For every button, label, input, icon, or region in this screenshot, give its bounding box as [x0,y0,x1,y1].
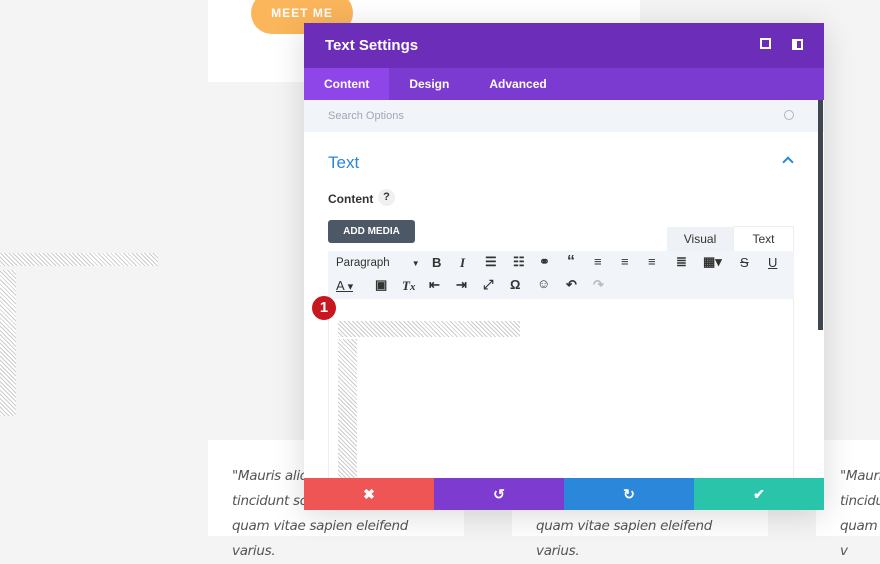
special-character-icon[interactable]: Ω [510,277,520,292]
dropdown-arrow-icon: ▼ [411,259,420,268]
italic-icon[interactable]: I [460,255,465,271]
format-select-value: Paragraph [336,257,390,269]
underline-icon[interactable]: U [768,255,777,270]
visual-tab[interactable]: Visual [667,227,733,251]
step-badge: 1 [312,296,336,320]
placeholder-line [0,253,158,266]
tab-design[interactable]: Design [389,68,469,100]
outdent-icon[interactable]: ⇤ [429,277,440,293]
content-label: Content [328,192,374,206]
align-left-icon[interactable]: ≡ [594,254,602,269]
bold-icon[interactable]: B [432,255,441,270]
search-placeholder: Search Options [328,110,404,122]
blockquote-icon[interactable]: “ [567,253,575,271]
editor-content-area[interactable] [328,299,794,499]
placeholder-line [338,321,520,337]
format-select[interactable]: Paragraph ▼ [336,257,420,269]
text-tab[interactable]: Text [733,226,794,251]
align-right-icon[interactable]: ≡ [648,254,656,269]
paste-text-icon[interactable]: ▣ [375,277,387,293]
strikethrough-icon[interactable]: S [740,255,749,270]
indent-icon[interactable]: ⇥ [456,277,467,293]
clear-formatting-icon[interactable]: Tx [402,278,415,294]
bullet-list-icon[interactable]: ☰ [485,254,497,270]
undo-icon[interactable]: ↶ [566,277,577,293]
help-icon[interactable]: ? [378,189,395,206]
align-center-icon[interactable]: ≡ [621,254,629,269]
link-icon[interactable]: ⚭ [539,254,550,270]
placeholder-column [338,339,357,479]
quote-line: quam vitae sapien eleifend varius. [536,518,713,559]
tab-content[interactable]: Content [304,68,390,100]
placeholder-column [0,270,16,416]
tab-advanced[interactable]: Advanced [469,68,566,100]
fullscreen-icon[interactable] [760,38,771,49]
modal-tabs: Content Design Advanced [304,68,824,100]
chevron-up-icon[interactable] [782,156,794,168]
save-button[interactable]: ✔ [694,478,824,510]
quote-line: "Mauri [840,468,880,484]
redo-icon[interactable]: ↷ [593,277,604,293]
search-input[interactable]: Search Options [304,100,824,132]
modal-header: Text Settings [304,23,824,68]
numbered-list-icon[interactable]: ☷ [513,254,525,270]
emoji-icon[interactable]: ☺ [537,276,550,291]
text-color-icon[interactable]: A ▾ [336,278,353,293]
redo-button[interactable]: ↻ [564,478,694,510]
scrollbar[interactable] [818,100,823,330]
testimonial-card: "Mauri tincidu quam v [816,440,880,559]
text-settings-modal: Text Settings Content Design Advanced Se… [304,23,824,510]
modal-title: Text Settings [325,37,419,54]
section-title[interactable]: Text [328,153,359,173]
quote-line: quam vitae sapien eleifend varius. [232,518,409,559]
editor-toolbar: Paragraph ▼ B I ☰ ☷ ⚭ “ ≡ ≡ ≡ ≣ ▦▾ S U A … [328,251,794,299]
undo-button[interactable]: ↺ [434,478,564,510]
table-icon[interactable]: ▦▾ [703,254,722,270]
fullscreen-editor-icon[interactable]: ⤢ [483,277,493,293]
quote-line: tincidu [840,493,880,509]
cancel-button[interactable]: ✖ [304,478,434,510]
sidebar-toggle-icon[interactable] [792,39,803,50]
add-media-button[interactable]: ADD MEDIA [328,220,415,243]
justify-icon[interactable]: ≣ [676,254,687,270]
search-icon [784,110,794,120]
quote-line: quam v [840,518,878,559]
